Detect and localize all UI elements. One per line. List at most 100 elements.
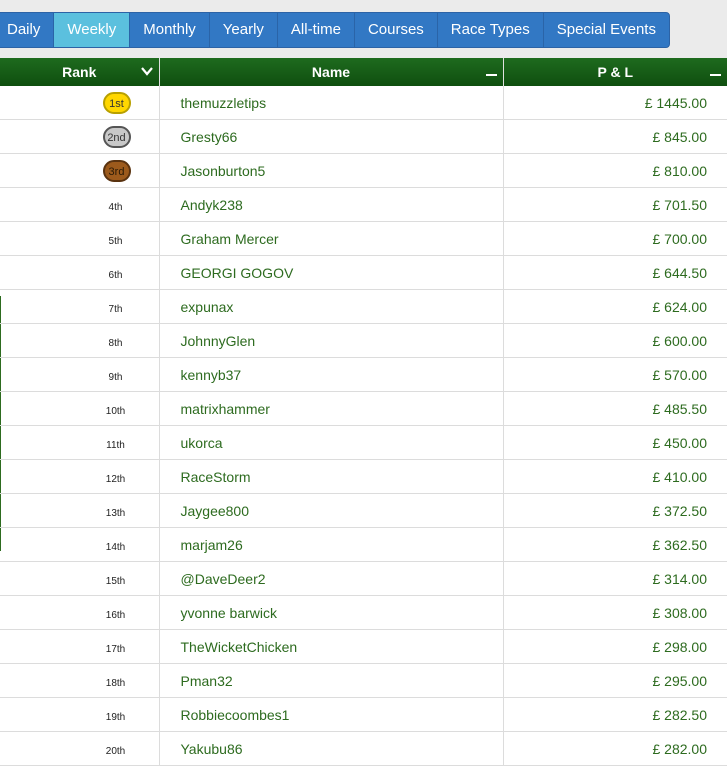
minus-icon[interactable] (710, 66, 721, 78)
rank-label: 13th (105, 507, 126, 519)
player-name-link[interactable]: Andyk238 (159, 187, 504, 222)
rank-cell: 3rd (0, 153, 160, 188)
rank-cell: 11th (0, 425, 160, 460)
profit-loss-value: £ 570.00 (503, 357, 727, 392)
table-row[interactable]: 13th Jaygee800 £ 372.50 (0, 493, 727, 528)
profit-loss-value: £ 282.50 (503, 697, 727, 732)
rank-cell: 16th (0, 595, 160, 630)
tab-weekly[interactable]: Weekly (54, 13, 131, 47)
table-row[interactable]: 9th kennyb37 £ 570.00 (0, 357, 727, 392)
profit-loss-value: £ 485.50 (503, 391, 727, 426)
player-name-link[interactable]: expunax (159, 289, 504, 324)
tab-yearly[interactable]: Yearly (210, 13, 278, 47)
rank-header[interactable]: Rank (0, 58, 160, 86)
rank-label: 19th (105, 711, 126, 723)
rank-label: 16th (105, 609, 126, 621)
profit-loss-value: £ 1445.00 (503, 86, 727, 120)
pl-header-label: P & L (597, 64, 634, 80)
table-row[interactable]: 17th TheWicketChicken £ 298.00 (0, 629, 727, 664)
player-name-link[interactable]: Yakubu86 (159, 731, 504, 766)
player-name-link[interactable]: Jaygee800 (159, 493, 504, 528)
player-name-link[interactable]: themuzzletips (159, 86, 504, 120)
profit-loss-value: £ 308.00 (503, 595, 727, 630)
tab-courses[interactable]: Courses (355, 13, 438, 47)
table-row[interactable]: 15th @DaveDeer2 £ 314.00 (0, 561, 727, 596)
player-name-link[interactable]: yvonne barwick (159, 595, 504, 630)
table-row[interactable]: 20th Yakubu86 £ 282.00 (0, 731, 727, 766)
tab-race-types[interactable]: Race Types (438, 13, 544, 47)
player-name-link[interactable]: TheWicketChicken (159, 629, 504, 664)
profit-loss-value: £ 298.00 (503, 629, 727, 664)
leaderboard-table: Rank Name P & L 1st themuzzletips £ 1445.0… (0, 58, 727, 766)
rank-label: 17th (105, 643, 126, 655)
rank-cell: 12th (0, 459, 160, 494)
table-row[interactable]: 5th Graham Mercer £ 700.00 (0, 221, 727, 256)
profit-loss-value: £ 644.50 (503, 255, 727, 290)
rank-label: 6th (108, 269, 123, 281)
rank-cell: 19th (0, 697, 160, 732)
chevron-down-icon[interactable] (140, 66, 153, 78)
player-name-link[interactable]: marjam26 (159, 527, 504, 562)
rank-medal-badge: 3rd (102, 159, 131, 182)
profit-loss-value: £ 701.50 (503, 187, 727, 222)
player-name-link[interactable]: kennyb37 (159, 357, 504, 392)
rank-label: 18th (105, 677, 126, 689)
profit-loss-value: £ 450.00 (503, 425, 727, 460)
rank-label: 14th (105, 541, 126, 553)
profit-loss-value: £ 282.00 (503, 731, 727, 766)
player-name-link[interactable]: matrixhammer (159, 391, 504, 426)
rank-cell: 9th (0, 357, 160, 392)
tab-special-events[interactable]: Special Events (544, 13, 669, 47)
player-name-link[interactable]: Robbiecoombes1 (159, 697, 504, 732)
pl-header[interactable]: P & L (503, 58, 727, 86)
tab-monthly[interactable]: Monthly (130, 13, 210, 47)
table-row[interactable]: 8th JohnnyGlen £ 600.00 (0, 323, 727, 358)
rank-label: 11th (106, 439, 125, 451)
table-row[interactable]: 11th ukorca £ 450.00 (0, 425, 727, 460)
table-row[interactable]: 12th RaceStorm £ 410.00 (0, 459, 727, 494)
rank-label: 20th (105, 745, 126, 757)
rank-cell: 14th (0, 527, 160, 562)
rank-cell: 2nd (0, 119, 160, 154)
player-name-link[interactable]: Gresty66 (159, 119, 504, 154)
rank-label: 7th (108, 303, 123, 315)
player-name-link[interactable]: Pman32 (159, 663, 504, 698)
table-header-row: Rank Name P & L (0, 58, 727, 86)
profit-loss-value: £ 810.00 (503, 153, 727, 188)
rank-cell: 17th (0, 629, 160, 664)
player-name-link[interactable]: ukorca (159, 425, 504, 460)
tab-all-time[interactable]: All-time (278, 13, 355, 47)
rank-cell: 18th (0, 663, 160, 698)
tab-daily[interactable]: Daily (0, 13, 55, 47)
table-row[interactable]: 6th GEORGI GOGOV £ 644.50 (0, 255, 727, 290)
rank-cell: 20th (0, 731, 160, 766)
player-name-link[interactable]: Graham Mercer (159, 221, 504, 256)
profit-loss-value: £ 600.00 (503, 323, 727, 358)
table-row[interactable]: 18th Pman32 £ 295.00 (0, 663, 727, 698)
table-row[interactable]: 14th marjam26 £ 362.50 (0, 527, 727, 562)
table-row[interactable]: 4th Andyk238 £ 701.50 (0, 187, 727, 222)
player-name-link[interactable]: @DaveDeer2 (159, 561, 504, 596)
name-header[interactable]: Name (159, 58, 504, 86)
player-name-link[interactable]: GEORGI GOGOV (159, 255, 504, 290)
rank-cell: 7th (0, 289, 160, 324)
rank-label: 4th (108, 201, 123, 213)
player-name-link[interactable]: JohnnyGlen (159, 323, 504, 358)
table-row[interactable]: 2nd Gresty66 £ 845.00 (0, 119, 727, 154)
table-row[interactable]: 10th matrixhammer £ 485.50 (0, 391, 727, 426)
rank-cell: 15th (0, 561, 160, 596)
rank-cell: 4th (0, 187, 160, 222)
table-row[interactable]: 16th yvonne barwick £ 308.00 (0, 595, 727, 630)
rank-label: 15th (105, 575, 126, 587)
table-row[interactable]: 19th Robbiecoombes1 £ 282.50 (0, 697, 727, 732)
player-name-link[interactable]: Jasonburton5 (159, 153, 504, 188)
minus-icon[interactable] (485, 66, 497, 78)
profit-loss-value: £ 362.50 (503, 527, 727, 562)
table-row[interactable]: 3rd Jasonburton5 £ 810.00 (0, 153, 727, 188)
table-row[interactable]: 7th expunax £ 624.00 (0, 289, 727, 324)
player-name-link[interactable]: RaceStorm (159, 459, 504, 494)
rank-medal-badge: 1st (102, 91, 131, 114)
period-tabs: Daily Weekly Monthly Yearly All-time Cou… (0, 12, 670, 48)
table-row[interactable]: 1st themuzzletips £ 1445.00 (0, 86, 727, 120)
rank-cell: 5th (0, 221, 160, 256)
